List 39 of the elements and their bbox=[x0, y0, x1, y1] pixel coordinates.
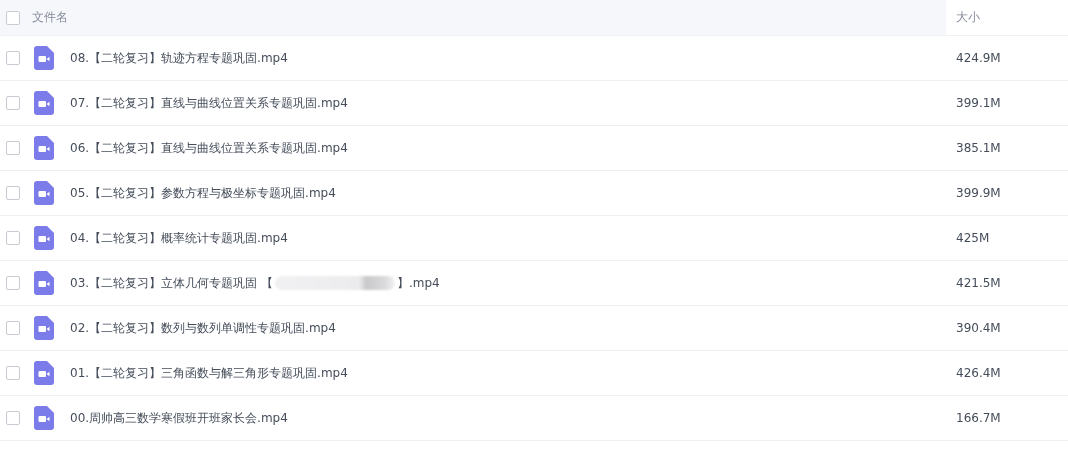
checkbox[interactable] bbox=[6, 141, 20, 155]
checkbox[interactable] bbox=[6, 276, 20, 290]
file-name[interactable]: 02.【二轮复习】数列与数列单调性专题巩固.mp4 bbox=[70, 319, 336, 337]
checkbox[interactable] bbox=[6, 10, 20, 25]
checkbox[interactable] bbox=[6, 411, 20, 425]
checkbox[interactable] bbox=[6, 231, 20, 245]
file-size: 425M bbox=[955, 231, 990, 245]
file-name[interactable]: 06.【二轮复习】直线与曲线位置关系专题巩固.mp4 bbox=[70, 139, 348, 157]
video-file-icon bbox=[34, 406, 54, 430]
video-file-icon bbox=[34, 316, 54, 340]
file-size: 421.5M bbox=[955, 276, 1001, 290]
video-file-icon bbox=[34, 46, 54, 70]
video-file-icon bbox=[34, 181, 54, 205]
video-file-icon bbox=[34, 226, 54, 250]
file-size: 399.9M bbox=[955, 186, 1001, 200]
checkbox[interactable] bbox=[6, 186, 20, 200]
file-size: 390.4M bbox=[955, 321, 1001, 335]
file-name[interactable]: 07.【二轮复习】直线与曲线位置关系专题巩固.mp4 bbox=[70, 94, 348, 112]
video-file-icon bbox=[34, 361, 54, 385]
file-size: 426.4M bbox=[955, 366, 1001, 380]
file-name[interactable]: 00.周帅高三数学寒假班开班家长会.mp4 bbox=[70, 409, 288, 427]
checkbox[interactable] bbox=[6, 321, 20, 335]
column-header[interactable]: 大小 bbox=[946, 0, 1068, 35]
file-size: 424.9M bbox=[955, 51, 1001, 65]
file-name[interactable]: 01.【二轮复习】三角函数与解三角形专题巩固.mp4 bbox=[70, 364, 348, 382]
video-file-icon bbox=[34, 91, 54, 115]
checkbox[interactable] bbox=[6, 366, 20, 380]
column-label: 文件名 bbox=[32, 9, 68, 26]
file-size: 166.7M bbox=[955, 411, 1001, 425]
file-name[interactable]: 05.【二轮复习】参数方程与极坐标专题巩固.mp4 bbox=[70, 184, 336, 202]
checkbox[interactable] bbox=[6, 96, 20, 110]
file-name[interactable]: 04.【二轮复习】概率统计专题巩固.mp4 bbox=[70, 229, 288, 247]
file-size: 385.1M bbox=[955, 141, 1001, 155]
file-size: 399.1M bbox=[955, 96, 1001, 110]
file-name[interactable]: 08.【二轮复习】轨迹方程专题巩固.mp4 bbox=[70, 49, 288, 67]
video-file-icon bbox=[34, 136, 54, 160]
video-file-icon bbox=[34, 271, 54, 295]
checkbox[interactable] bbox=[6, 51, 20, 65]
file-name[interactable]: 03.【二轮复习】立体几何专题巩固 【 】.mp4 bbox=[70, 274, 440, 292]
